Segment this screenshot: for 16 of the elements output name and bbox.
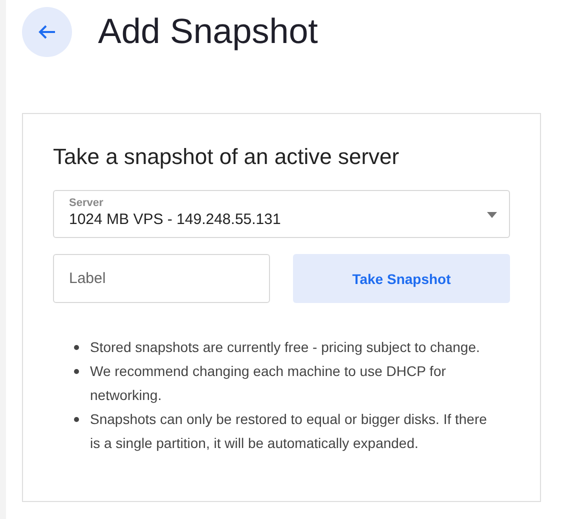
bullet-icon	[74, 417, 79, 422]
note-text: Stored snapshots are currently free - pricing subject to change.	[90, 338, 480, 357]
label-input-field[interactable]: Label	[53, 254, 270, 303]
take-snapshot-button[interactable]: Take Snapshot	[293, 254, 510, 303]
page-title: Add Snapshot	[98, 12, 318, 52]
select-value: 1024 MB VPS - 149.248.55.131	[69, 211, 281, 228]
back-button[interactable]	[22, 7, 72, 57]
bullet-icon	[74, 345, 79, 350]
card-heading: Take a snapshot of an active server	[53, 144, 400, 170]
arrow-left-icon	[38, 24, 56, 40]
field-label: Server	[69, 197, 104, 209]
bullet-icon	[74, 369, 79, 374]
note-text: Snapshots can only be restored to equal or bigger disks. If there is a single partition, it will be automatically expanded.	[90, 410, 488, 453]
note-text: We recommend changing each machine to use DHCP for networking.	[90, 362, 447, 405]
caret-icon	[487, 212, 497, 218]
server-select[interactable]: Server 1024 MB VPS - 149.248.55.131	[53, 190, 510, 238]
